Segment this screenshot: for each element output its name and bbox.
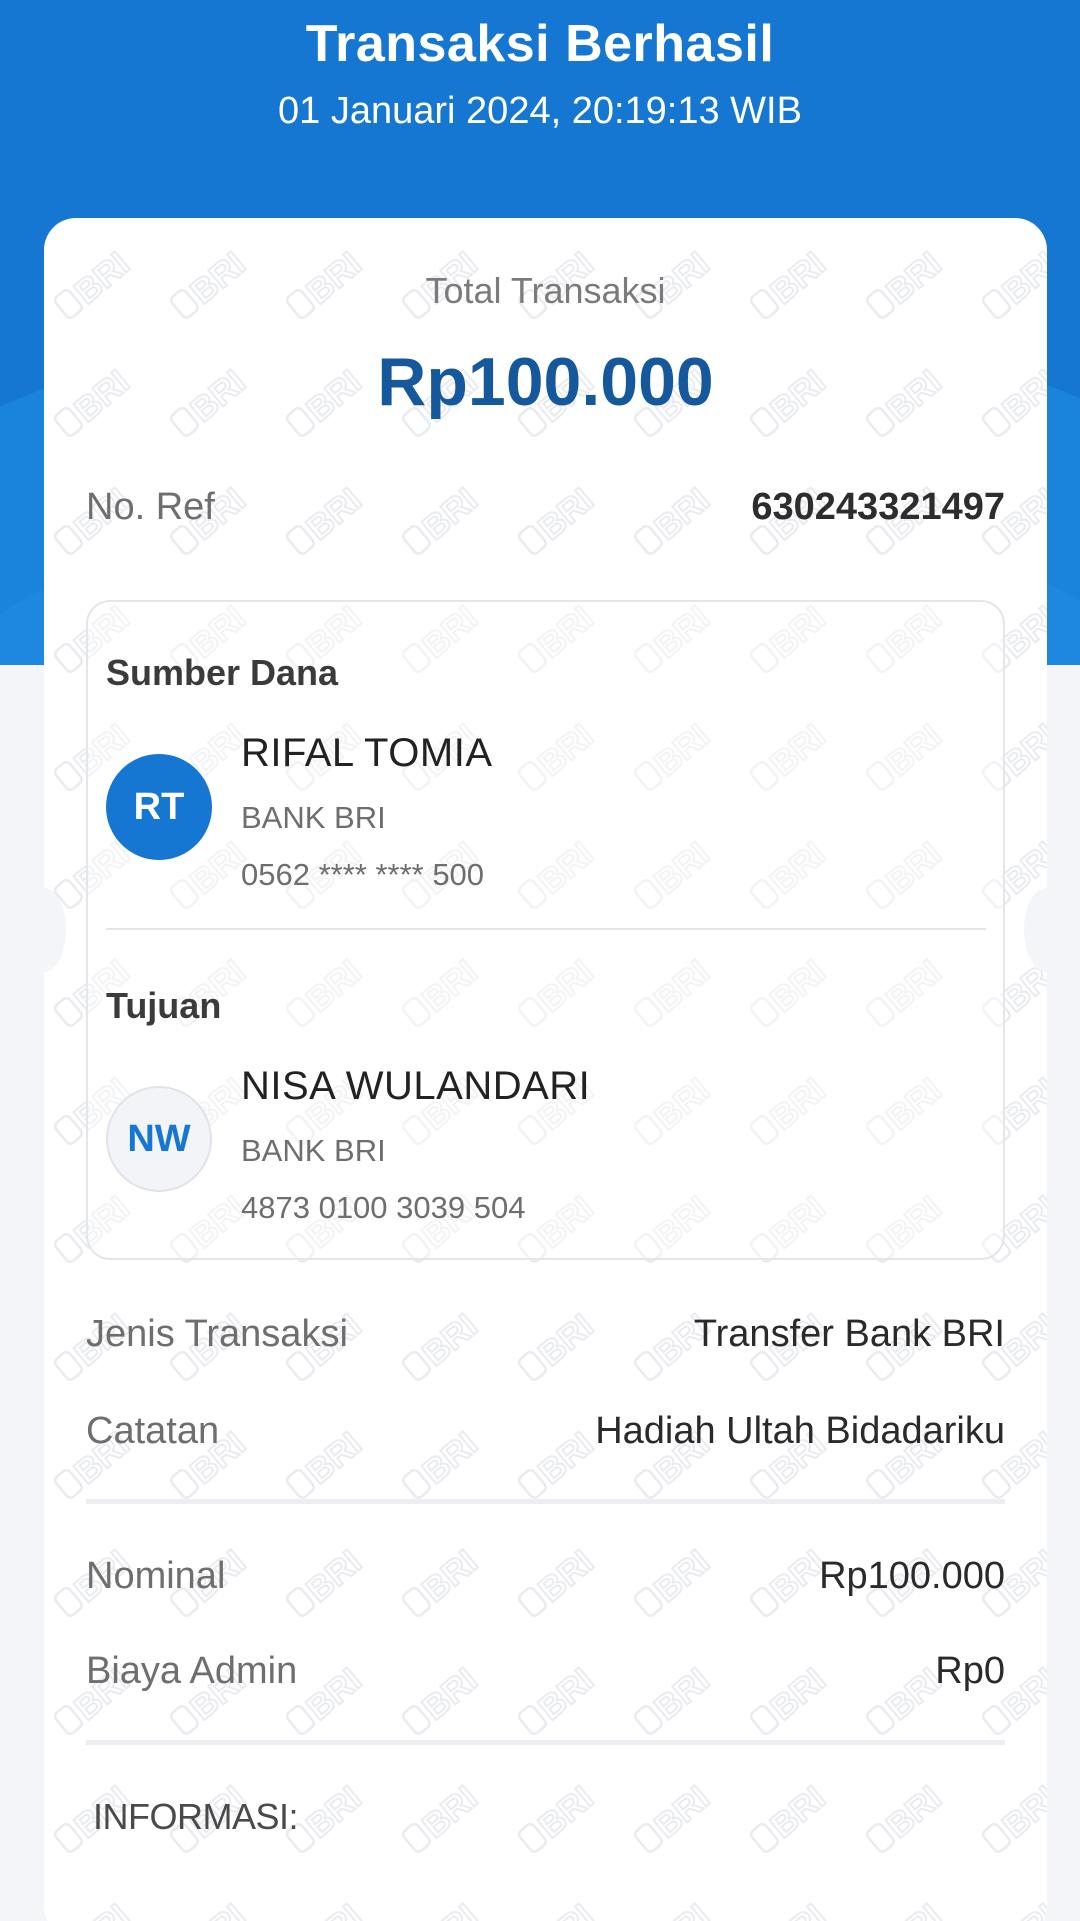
note-label: Catatan [86,1410,220,1452]
card-notch-left [22,888,66,972]
total-transaction-amount: Rp100.000 [377,344,714,420]
source-section-title: Sumber Dana [106,652,339,693]
destination-name: NISA WULANDARI [241,1064,591,1108]
source-avatar: RT [106,754,212,860]
fees-divider [86,1740,1005,1745]
parties-divider [106,928,986,930]
transaction-receipt-screen: Transaksi Berhasil 01 Januari 2024, 20:1… [0,0,1080,1921]
transaction-datetime: 01 Januari 2024, 20:19:13 WIB [278,90,802,132]
destination-avatar: NW [106,1086,212,1192]
admin-fee-label: Biaya Admin [86,1650,298,1692]
reference-number[interactable]: 630243321497 [751,486,1005,529]
nominal-label: Nominal [86,1555,226,1597]
admin-fee-value: Rp0 [935,1650,1005,1692]
source-account: 0562 **** **** 500 [241,857,485,892]
source-name: RIFAL TOMIA [241,731,493,775]
destination-bank: BANK BRI [241,1133,386,1168]
information-label: INFORMASI: [93,1796,299,1837]
destination-section-title: Tujuan [106,985,222,1026]
details-divider [86,1499,1005,1504]
transaction-type-label: Jenis Transaksi [86,1313,348,1355]
reference-label: No. Ref [86,486,215,528]
source-bank: BANK BRI [241,800,386,835]
note-value: Hadiah Ultah Bidadariku [595,1410,1005,1452]
page-title: Transaksi Berhasil [305,15,775,73]
transaction-type-value: Transfer Bank BRI [693,1313,1005,1355]
parties-box [86,600,1005,1260]
total-transaction-label: Total Transaksi [425,270,666,311]
destination-account: 4873 0100 3039 504 [241,1190,526,1225]
nominal-value: Rp100.000 [819,1555,1005,1597]
card-notch-right [1024,888,1068,972]
